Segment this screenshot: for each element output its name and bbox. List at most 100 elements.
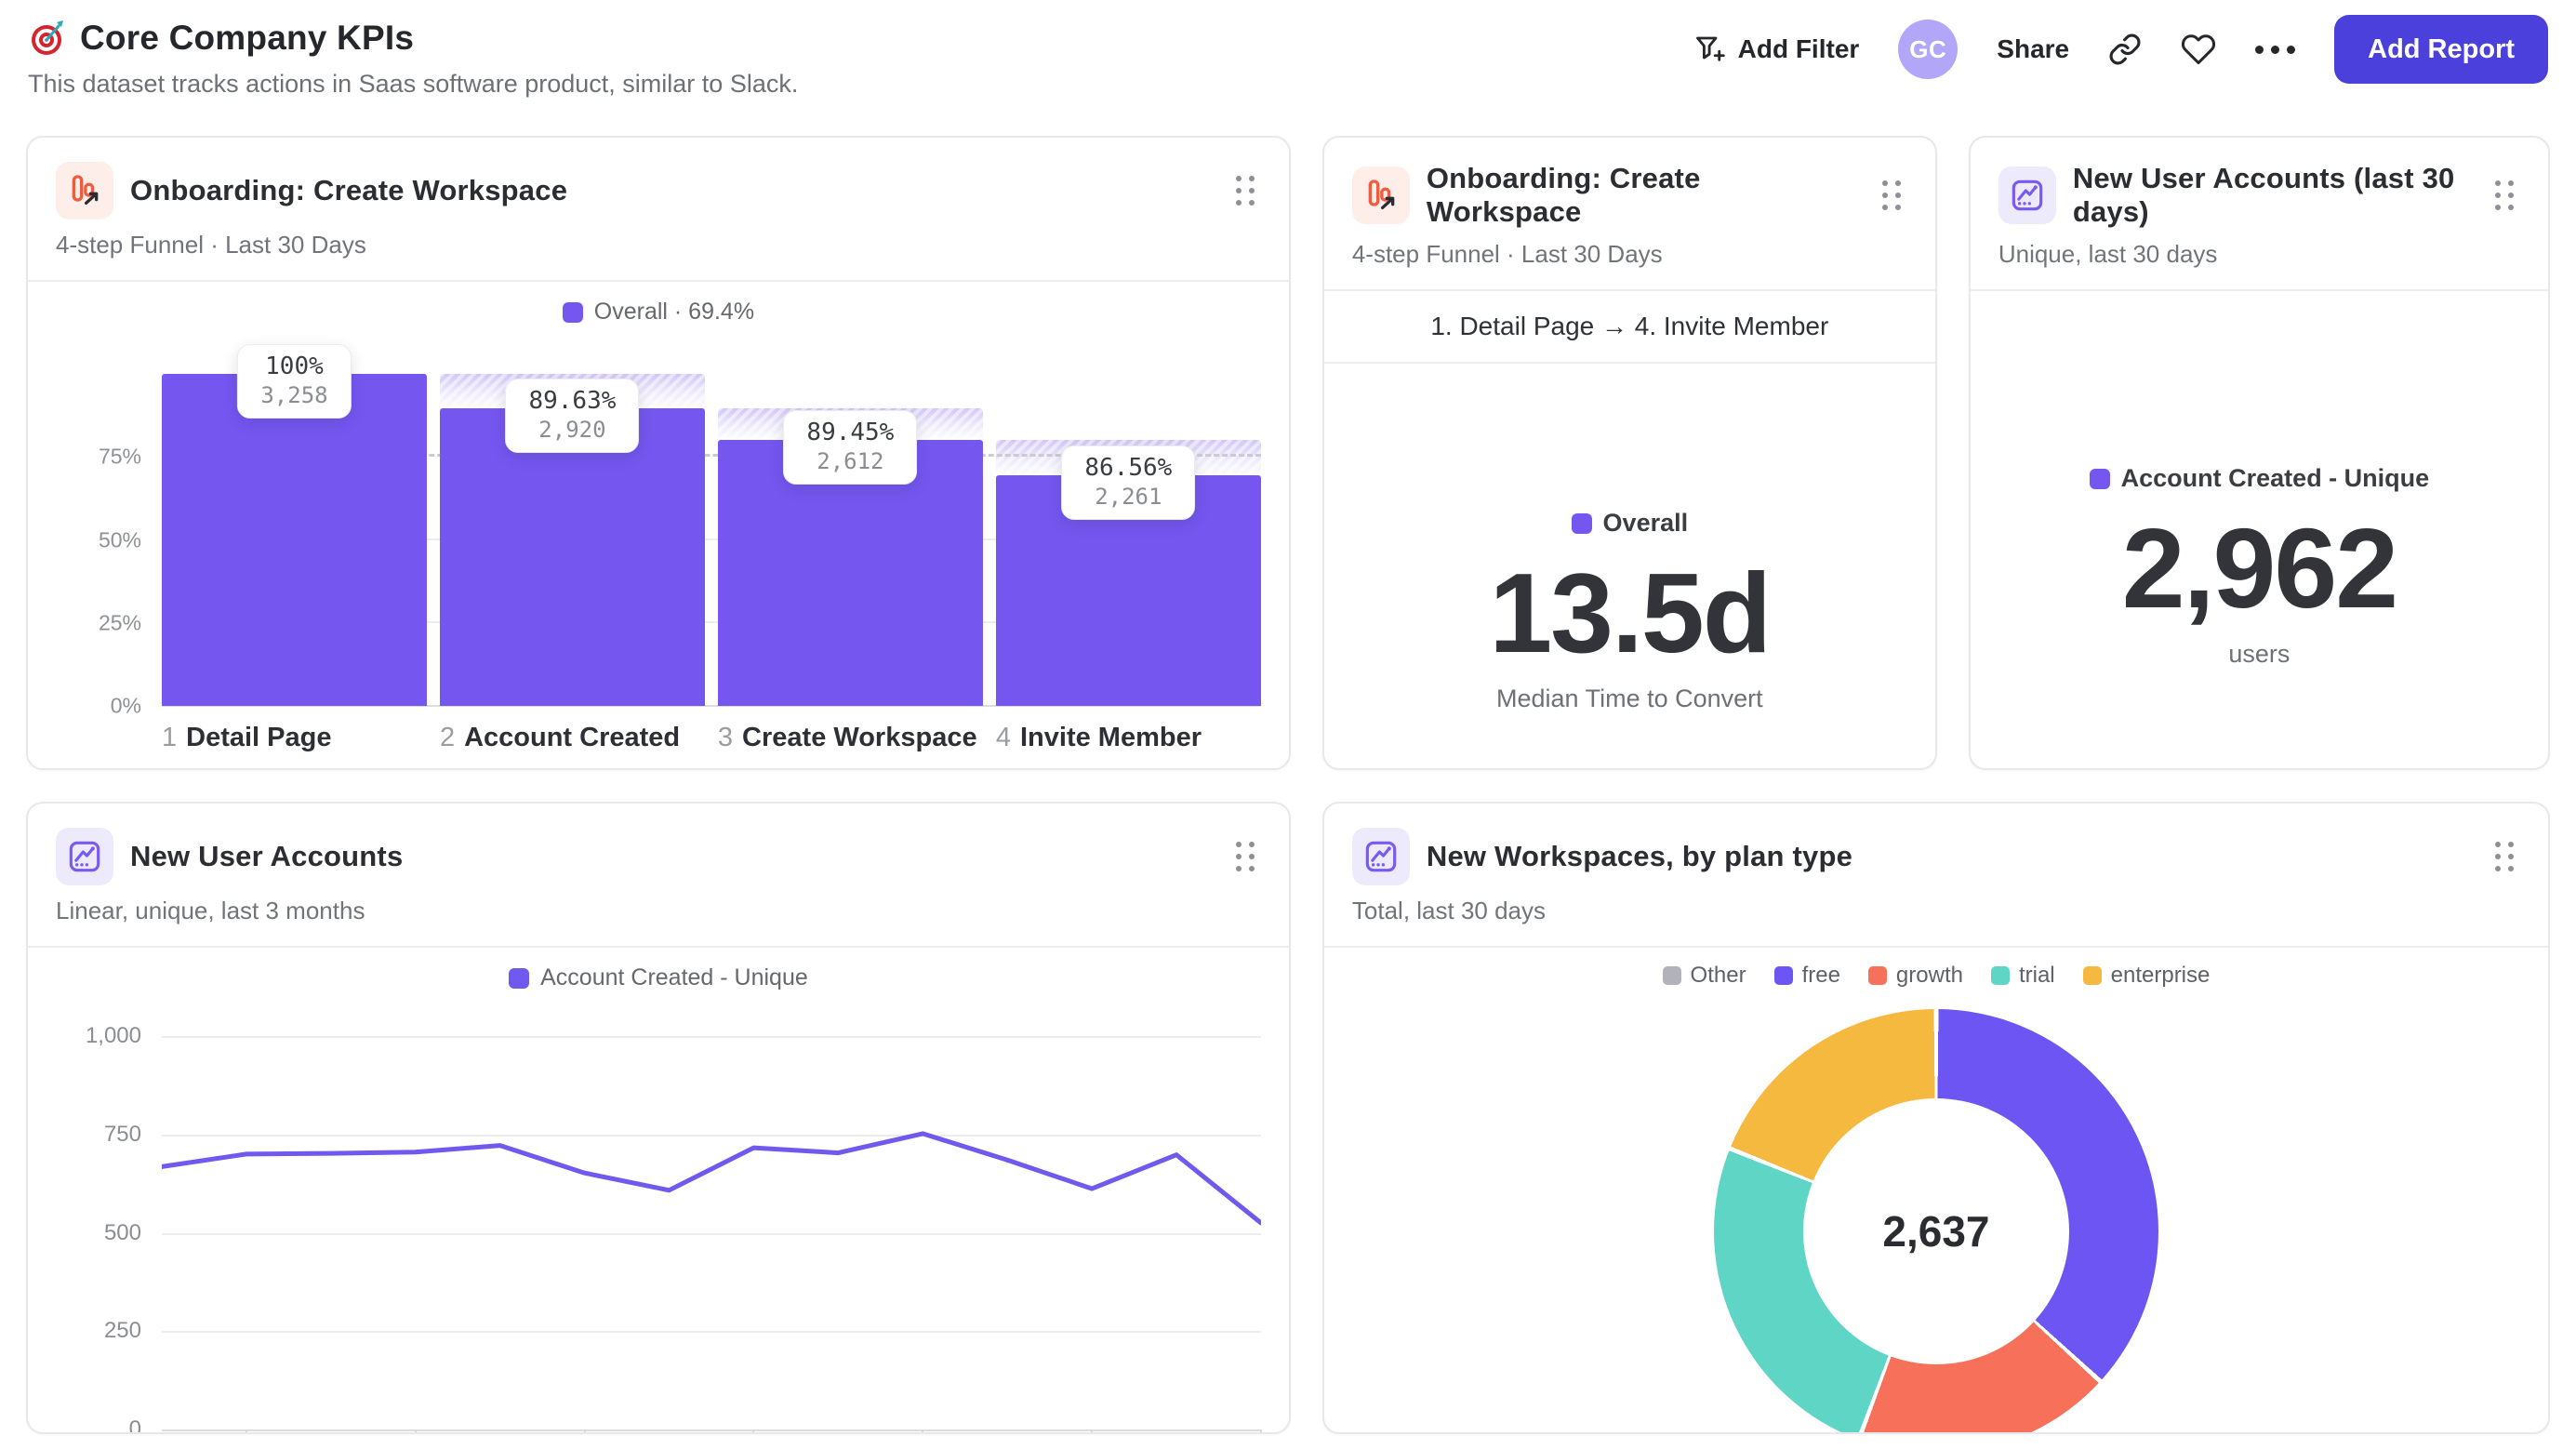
legend-item-trial[interactable]: trial [1990,963,2055,989]
x-axis-tick-mark [1091,1429,1094,1432]
donut-legend: Other free growth trial enterprise [1324,963,2548,989]
card-subtitle: Unique, last 30 days [1998,240,2218,268]
funnel-step-labels: 1 Detail Page 2 Account Created 3 Create Work… [162,723,1261,753]
legend-chip-account-created [2089,468,2110,489]
heart-icon [2181,32,2216,67]
legend-label: Overall [1602,509,1689,537]
funnel-bar: 89.45% 2,612 [717,374,983,706]
legend-item-free[interactable]: free [1773,963,1840,989]
card-title: New User Accounts [130,840,404,872]
card-title: Onboarding: Create Workspace [1426,162,1701,228]
median-time-caption: Median Time to Convert [1496,685,1763,713]
funnel-legend[interactable]: Overall · 69.4% [56,299,1261,326]
legend-item-growth[interactable]: growth [1867,963,1963,989]
card-new-user-accounts-total: New User Accounts (last 30 days) Unique,… [1968,136,2550,770]
funnel-bar: 89.63% 2,920 [439,374,705,706]
card-new-user-accounts-trend: New User Accounts Linear, unique, last 3… [26,802,1291,1434]
card-title: New User Accounts (last 30 days) [2072,162,2455,228]
drag-handle-icon[interactable] [2490,175,2520,216]
y-axis-tick: 750 [103,1121,141,1147]
new-users-value: 2,962 [2121,505,2398,631]
share-label: Share [1997,34,2070,63]
add-filter-label: Add Filter [1737,34,1860,63]
y-axis-tick: 25% [98,610,141,635]
line-chart-report-icon [1998,166,2056,224]
add-filter-button[interactable]: Add Filter [1693,33,1860,66]
x-axis-tick-mark [752,1429,755,1432]
divider [27,280,1289,282]
ellipsis-icon [2255,45,2264,54]
median-time-value: 13.5d [1489,550,1772,676]
x-axis-tick-mark [583,1429,586,1432]
drag-handle-icon[interactable] [2490,836,2520,877]
funnel-step-label: 2 Account Created [439,723,681,752]
y-axis-tick: 50% [98,527,141,552]
funnel-tooltip: 89.45% 2,612 [783,409,918,485]
legend-label: Account Created - Unique [2120,464,2430,492]
y-axis-tick: 0% [110,693,141,718]
funnel-report-icon [1351,166,1410,224]
legend-label: free [1801,963,1840,988]
drag-handle-icon[interactable] [1230,836,1261,877]
favorite-button[interactable] [2181,32,2216,67]
legend-label: trial [2018,963,2055,988]
new-users-caption: users [2228,640,2291,669]
copy-link-button[interactable] [2108,33,2142,66]
drag-handle-icon[interactable] [1230,170,1261,211]
donut-total: 2,637 [1882,1207,1990,1256]
legend-chip [1773,966,1793,985]
funnel-step-label: 4 Invite Member [995,723,1202,752]
funnel-report-icon [56,162,113,219]
drag-handle-icon[interactable] [1877,175,1907,216]
x-axis-tick-mark [1259,1429,1262,1432]
legend-item-other[interactable]: Other [1662,963,1746,989]
legend-chip-overall [1571,512,1592,534]
legend-label: Account Created - Unique [540,964,808,990]
legend-label: Other [1690,963,1746,988]
page-title: Core Company KPIs [80,19,415,57]
funnel-bars: 100% 3,258 89.63% 2,920 89.45% 2,612 86.56% 2,2… [162,344,1261,706]
funnel-tooltip: 86.56% 2,261 [1061,445,1196,521]
y-axis-tick: 500 [103,1219,141,1245]
link-icon [2108,33,2142,66]
add-report-button[interactable]: Add Report [2334,15,2548,84]
line-legend[interactable]: Account Created - Unique [56,964,1261,991]
legend-chip-overall [562,301,583,323]
funnel-tooltip: 89.63% 2,920 [505,379,640,454]
funnel-bar-fill [162,374,427,706]
card-subtitle: Linear, unique, last 3 months [56,897,365,924]
funnel-step-label: 1 Detail Page [162,723,332,752]
dartboard-emoji-icon [28,19,67,58]
legend-chip-account-created [509,967,530,989]
legend-chip [2082,966,2102,985]
funnel-step-label: 3 Create Workspace [717,723,977,752]
card-title: New Workspaces, by plan type [1426,840,1853,872]
y-axis-tick: 250 [103,1318,141,1344]
metric-legend[interactable]: Account Created - Unique [2089,464,2430,493]
legend-item-enterprise[interactable]: enterprise [2082,963,2211,989]
card-subtitle: 4-step Funnel · Last 30 Days [1351,240,1663,268]
gridline [162,1429,1261,1431]
x-axis-tick-mark [414,1429,417,1432]
funnel-bar: 100% 3,258 [162,344,427,706]
metric-legend[interactable]: Overall [1571,509,1689,538]
card-median-time-to-convert: Onboarding: Create Workspace 4-step Funn… [1321,136,1937,770]
legend-label: enterprise [2110,963,2211,988]
funnel-tooltip: 100% 3,258 [237,344,352,419]
funnel-bar: 86.56% 2,261 [995,374,1261,706]
y-axis-tick: 0 [128,1416,141,1434]
divider [27,946,1289,948]
line-series [162,1036,1261,1429]
legend-label: Overall · 69.4% [593,299,755,325]
card-onboarding-funnel: Onboarding: Create Workspace 4-step Funn… [26,136,1291,770]
y-axis-tick: 75% [98,444,141,469]
legend-chip [1867,966,1887,985]
avatar[interactable]: GC [1898,20,1959,79]
funnel-step-range: 1. Detail Page → 4. Invite Member [1323,291,1935,364]
legend-label: growth [1895,963,1963,988]
more-options-button[interactable] [2255,45,2296,54]
line-chart: 0 250 500 750 1,000 [56,1023,1261,1432]
line-chart-report-icon [56,828,113,885]
share-button[interactable]: Share [1997,34,2069,64]
funnel-chart: 0% 25% 50% 75% 100% 3,258 89.63% 2,920 89.45% 2,6… [56,344,1261,718]
